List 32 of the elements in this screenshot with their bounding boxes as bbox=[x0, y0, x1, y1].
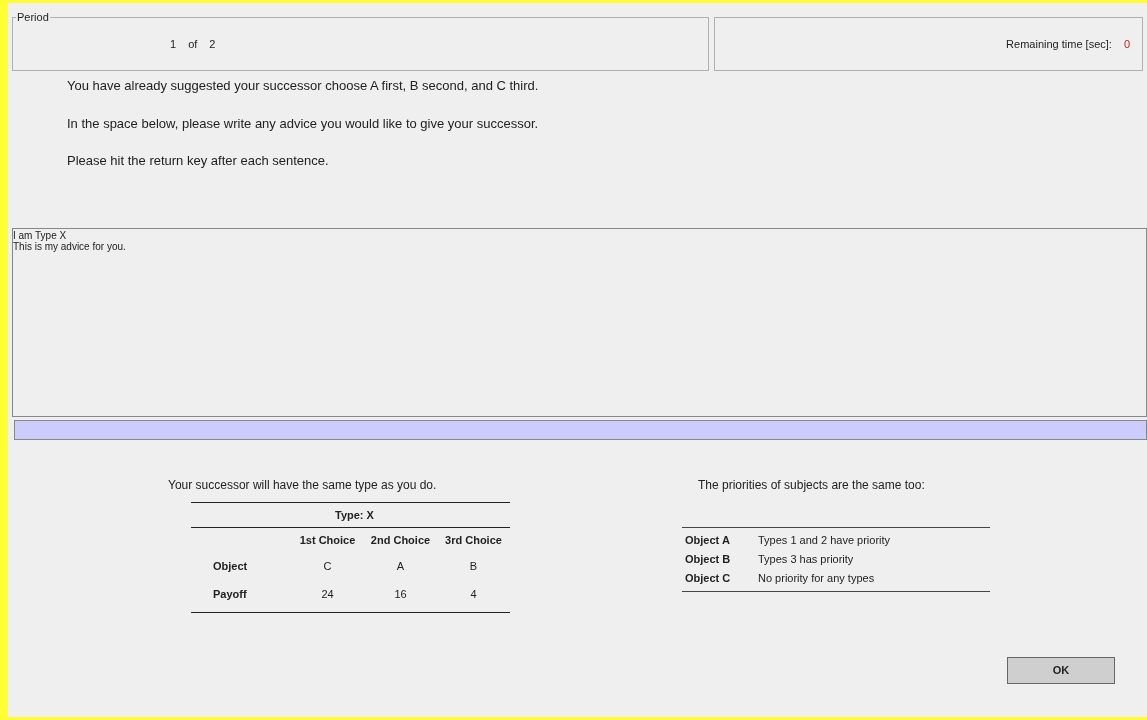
object-label: Object C bbox=[684, 571, 732, 587]
priority-text: Types 3 has priority bbox=[758, 552, 854, 568]
object-label: Object A bbox=[684, 533, 731, 549]
type-header: Type: X bbox=[335, 507, 374, 523]
instruction-text: Please hit the return key after each sentence. bbox=[67, 152, 330, 170]
period-total: 2 bbox=[209, 36, 216, 52]
table-cell-text: 16 bbox=[393, 586, 408, 602]
column-header: 2nd Choice bbox=[369, 532, 432, 548]
table-cell-text: B bbox=[468, 558, 479, 574]
column-header: 1st Choice bbox=[298, 532, 357, 548]
table-cell-text: C bbox=[322, 558, 333, 574]
priority-caption: The priorities of subjects are the same too: bbox=[698, 477, 926, 494]
timer-value: 0 bbox=[1123, 36, 1130, 52]
row-label: Object bbox=[212, 558, 249, 574]
priority-text: No priority for any types bbox=[758, 571, 875, 587]
timer-label: Remaining time [sec]: bbox=[1006, 36, 1112, 52]
type-caption: Your successor will have the same type as you do. bbox=[168, 477, 438, 494]
period-current: 1 bbox=[170, 36, 177, 52]
instruction-text: In the space below, please write any advice you would like to give your successor. bbox=[67, 114, 540, 133]
ok-button[interactable]: OK bbox=[1007, 657, 1115, 684]
instruction-text: You have already suggested your successor choose A first, B second, and C third. bbox=[67, 77, 540, 95]
advice-input[interactable] bbox=[14, 420, 1147, 440]
row-label: Payoff bbox=[212, 586, 248, 602]
advice-line: I am Type X bbox=[13, 230, 67, 241]
priority-text: Types 1 and 2 have priority bbox=[758, 533, 891, 549]
table-cell-text: 24 bbox=[320, 586, 335, 602]
table-cell-text: 4 bbox=[469, 586, 478, 602]
period-of: of bbox=[188, 36, 198, 52]
column-header: 3rd Choice bbox=[444, 532, 503, 548]
table-cell-text: A bbox=[395, 558, 406, 574]
advice-line: This is my advice for you. bbox=[13, 241, 126, 252]
object-label: Object B bbox=[684, 552, 732, 568]
